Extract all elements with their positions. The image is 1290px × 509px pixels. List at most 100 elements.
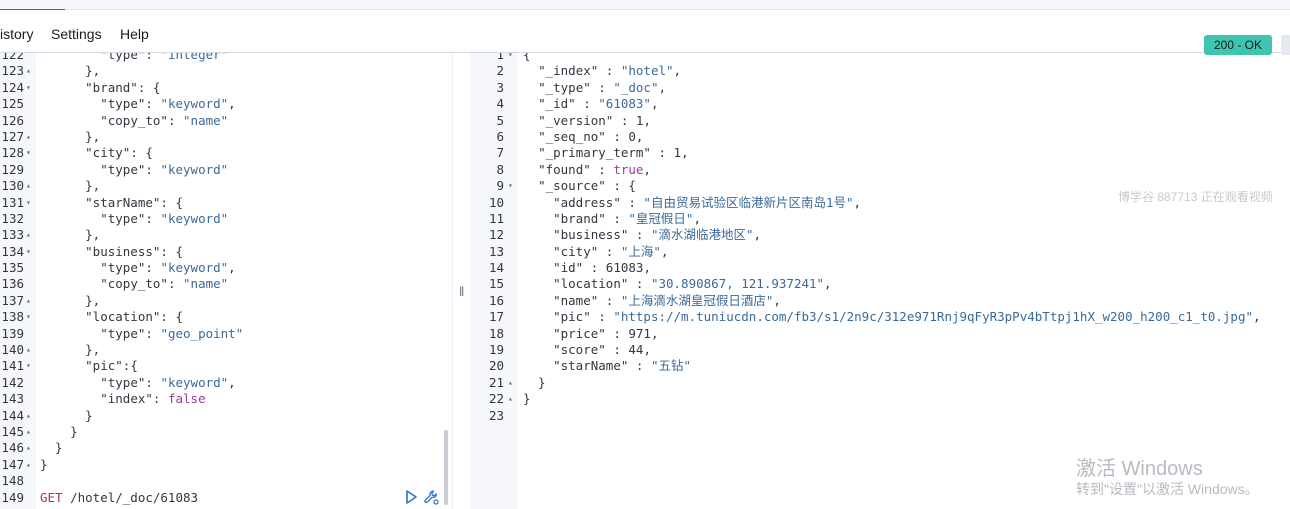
fold-close-icon[interactable]: ▴	[26, 424, 31, 440]
code-text: "city": {	[85, 145, 153, 161]
line-number: 12	[488, 227, 504, 243]
fold-open-icon[interactable]: ▾	[26, 244, 31, 260]
code-text: }	[40, 456, 48, 472]
code-text: "found" : true,	[538, 161, 651, 177]
code-text: },	[40, 128, 101, 144]
code-text: "score" : 44,	[553, 342, 651, 358]
code-text: "type": "keyword"	[100, 210, 229, 226]
line-number: 6	[496, 128, 504, 144]
fold-close-icon[interactable]: ▴	[26, 63, 31, 79]
line-number: 131	[1, 194, 24, 210]
response-viewer[interactable]: 1 ▾ {2 "_index" : "hotel", 3 "_type" : "_do…	[470, 53, 1290, 509]
line-number: 137	[1, 292, 24, 308]
fold-open-icon[interactable]: ▾	[26, 195, 31, 211]
fold-close-icon[interactable]: ▴	[508, 375, 513, 391]
wrench-icon[interactable]	[423, 489, 439, 505]
code-text: "type": "keyword"	[100, 161, 229, 177]
menu-help[interactable]: Help	[120, 26, 149, 42]
code-text: "_type" : "_doc",	[538, 79, 667, 95]
line-number: 134	[1, 243, 24, 259]
code-text: "address" : "自由贸易试验区临港新片区南岛1号",	[553, 194, 862, 210]
fold-close-icon[interactable]: ▴	[26, 440, 31, 456]
fold-close-icon[interactable]: ▴	[26, 342, 31, 358]
line-number: 136	[1, 276, 24, 292]
fold-close-icon[interactable]: ▴	[26, 457, 31, 473]
line-number: 7	[496, 145, 504, 161]
request-editor[interactable]: 122 "type": "integer" 123 ▴ }, 124 ▾ "brand"…	[0, 53, 452, 509]
line-number: 135	[1, 260, 24, 276]
code-text: }	[40, 440, 63, 456]
video-watermark: 博学谷 887713 正在观看视频	[1118, 190, 1273, 204]
line-number: 138	[1, 309, 24, 325]
code-text: "type": "keyword",	[100, 260, 236, 276]
code-text: "_seq_no" : 0,	[538, 128, 644, 144]
line-number: 126	[1, 112, 24, 128]
code-text: },	[40, 227, 101, 243]
fold-close-icon[interactable]: ▴	[26, 227, 31, 243]
menu-history[interactable]: istory	[0, 26, 33, 42]
line-number: 141	[1, 358, 24, 374]
line-number: 22	[488, 391, 504, 407]
line-number: 5	[496, 112, 504, 128]
code-text: "brand" : "皇冠假日",	[553, 210, 701, 226]
code-text: "business": {	[85, 243, 183, 259]
code-text: "type": "keyword",	[100, 374, 236, 390]
code-text: "starName" : "五钻"	[553, 358, 692, 374]
code-text: "starName": {	[85, 194, 183, 210]
fold-close-icon[interactable]: ▴	[26, 293, 31, 309]
corner-button[interactable]	[1281, 35, 1290, 55]
code-text: "pic":{	[85, 358, 138, 374]
line-number: 17	[488, 309, 504, 325]
code-text: },	[40, 178, 101, 194]
line-number: 122	[1, 53, 24, 62]
code-text: "type": "integer"	[100, 53, 229, 62]
fold-open-icon[interactable]: ▾	[26, 309, 31, 325]
pane-divider[interactable]	[452, 53, 472, 509]
line-number: 145	[1, 423, 24, 439]
resize-handle-icon[interactable]: ‖	[459, 284, 464, 299]
line-number: 8	[496, 161, 504, 177]
code-text: }	[523, 391, 531, 407]
play-icon[interactable]	[405, 490, 417, 504]
line-number: 123	[1, 63, 24, 79]
code-text: "copy_to": "name"	[100, 112, 229, 128]
line-number: 127	[1, 128, 24, 144]
line-number: 4	[496, 96, 504, 112]
fold-close-icon[interactable]: ▴	[26, 408, 31, 424]
line-number: 124	[1, 79, 24, 95]
line-number: 140	[1, 342, 24, 358]
line-number: 11	[488, 210, 504, 226]
code-text: }	[40, 407, 93, 423]
line-number: 10	[488, 194, 504, 210]
code-text: "location": {	[85, 309, 183, 325]
line-number: 13	[488, 243, 504, 259]
line-number: 133	[1, 227, 24, 243]
fold-open-icon[interactable]: ▾	[26, 80, 31, 96]
code-text: "business" : "滴水湖临港地区",	[553, 227, 762, 243]
code-text: {	[523, 53, 531, 62]
code-text: "location" : "30.890867, 121.937241",	[553, 276, 832, 292]
fold-close-icon[interactable]: ▴	[26, 129, 31, 145]
request-scrollbar[interactable]	[444, 430, 448, 505]
fold-open-icon[interactable]: ▾	[508, 178, 513, 194]
fold-open-icon[interactable]: ▾	[508, 53, 513, 63]
code-text: "_version" : 1,	[538, 112, 651, 128]
code-text: "pic" : "https://m.tuniucdn.com/fb3/s1/2…	[553, 309, 1261, 325]
fold-close-icon[interactable]: ▴	[26, 178, 31, 194]
fold-open-icon[interactable]: ▾	[26, 358, 31, 374]
line-number: 23	[488, 407, 504, 423]
console-menu-bar: istory Settings Help 200 - OK	[0, 10, 1290, 55]
activate-windows-title: 激活 Windows	[1076, 458, 1203, 480]
fold-close-icon[interactable]: ▴	[508, 391, 513, 407]
line-number: 132	[1, 210, 24, 226]
fold-open-icon[interactable]: ▾	[26, 145, 31, 161]
code-text: "name" : "上海滴水湖皇冠假日酒店",	[553, 292, 781, 308]
line-number: 9	[496, 178, 504, 194]
code-text: "_id" : "61083",	[538, 96, 659, 112]
menu-settings[interactable]: Settings	[51, 26, 102, 42]
line-number: 139	[1, 325, 24, 341]
code-text: },	[40, 63, 101, 79]
line-number: 149	[1, 489, 24, 505]
line-number: 128	[1, 145, 24, 161]
code-text: "index": false	[100, 391, 206, 407]
